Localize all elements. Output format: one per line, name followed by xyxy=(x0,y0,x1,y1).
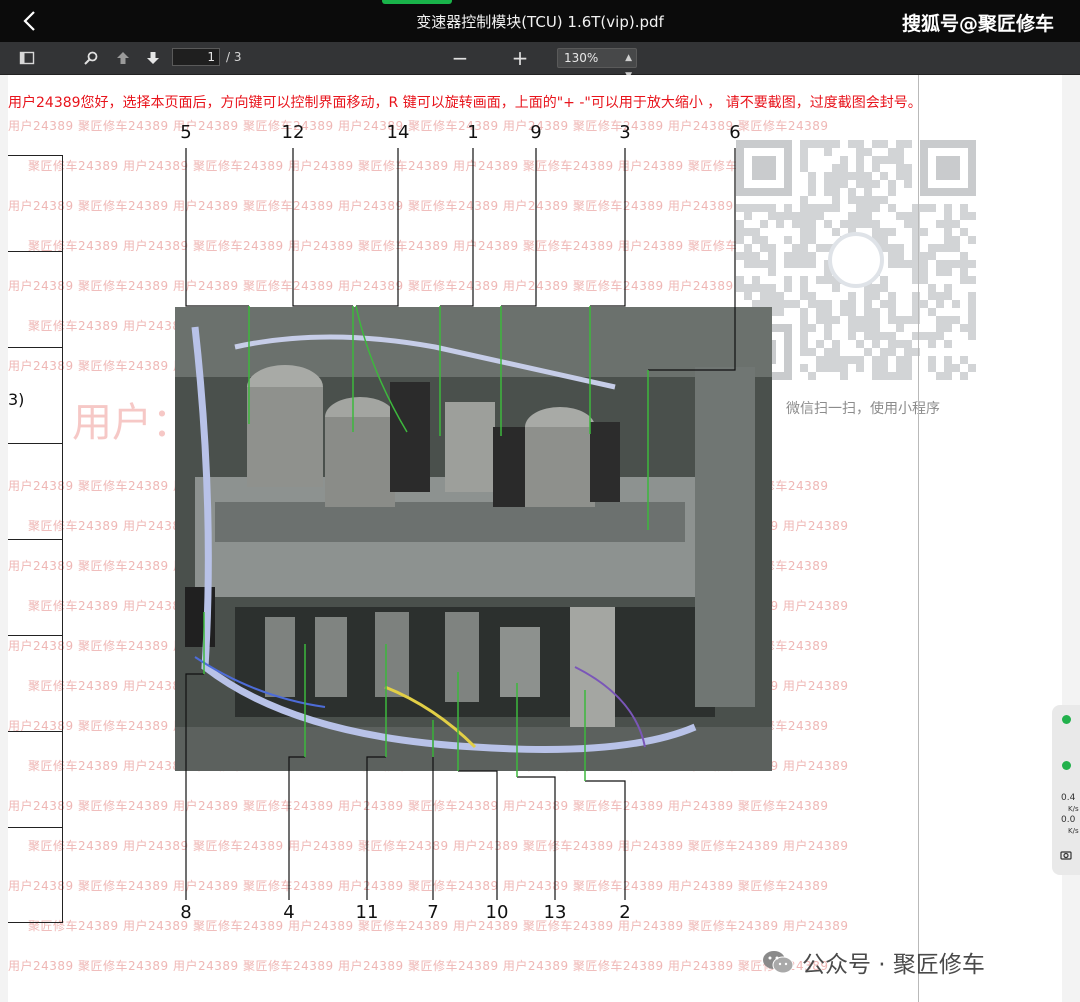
status-dot-icon xyxy=(1062,761,1071,770)
qr-code xyxy=(736,140,976,380)
download-speed: 0.0 xyxy=(1061,815,1076,825)
upload-speed-unit: K/s xyxy=(1068,805,1079,813)
watermark-line: 聚匠修车24389 用户24389 聚匠修车24389 用户24389 聚匠修车… xyxy=(28,159,849,173)
camera-icon[interactable] xyxy=(1060,849,1072,861)
watermark-line: 用户24389 聚匠修车24389 用户24389 聚匠修车24389 用户24… xyxy=(8,959,829,973)
watermark-line: 聚匠修车24389 用户24389 聚匠修车24389 用户24389 聚匠修车… xyxy=(28,919,849,933)
zoom-level-value: 130% xyxy=(564,51,599,65)
brand-watermark-top: 搜狐号@聚匠修车 xyxy=(901,13,1054,35)
watermark-line: 聚匠修车24389 用户24389 聚匠修车24389 用户24389 聚匠修车… xyxy=(28,839,849,853)
status-dot-icon xyxy=(1062,715,1071,724)
watermark-line: 聚匠修车24389 用户24389 聚匠修车24389 用户24389 聚匠修车… xyxy=(28,239,849,253)
watermark-line: 用户24389 聚匠修车24389 用户24389 聚匠修车24389 用户24… xyxy=(8,879,829,893)
wechat-icon xyxy=(763,951,794,974)
page-divider xyxy=(918,75,919,1002)
valve-body-photo xyxy=(175,307,772,771)
previous-page-icon[interactable] xyxy=(112,46,134,70)
upload-speed: 0.4 xyxy=(1061,793,1076,803)
watermark-line: 用户24389 聚匠修车24389 用户24389 聚匠修车24389 用户24… xyxy=(8,199,829,213)
brand-bottom-text: 公众号 · 聚匠修车 xyxy=(802,952,985,978)
zoom-level-select[interactable]: 130% ▲▼ xyxy=(557,48,637,81)
qr-caption: 微信扫一扫，使用小程序 xyxy=(786,401,940,417)
download-speed-unit: K/s xyxy=(1068,827,1079,835)
page-total: / 3 xyxy=(226,50,242,64)
page-number-input[interactable]: 1 xyxy=(172,48,220,66)
usage-warning: 用户24389您好，选择本页面后，方向键可以控制界面移动，R 键可以旋转画面，上… xyxy=(8,95,922,111)
next-page-icon[interactable] xyxy=(142,46,164,70)
pdf-toolbar: 1 / 3 − + 130% ▲▼ xyxy=(0,42,1080,81)
table-fragment xyxy=(8,155,63,923)
network-speed-widget[interactable]: 0.4 K/s 0.0 K/s xyxy=(1052,705,1080,875)
brand-watermark-bottom: 公众号 · 聚匠修车 xyxy=(762,945,985,979)
table-fragment-text: 3) xyxy=(8,390,25,409)
title-bar: 变速器控制模块(TCU) 1.6T(vip).pdf 搜狐号@聚匠修车 xyxy=(0,0,1080,42)
sidebar-toggle-icon[interactable] xyxy=(16,46,38,70)
zoom-in-button[interactable]: + xyxy=(510,46,530,70)
zoom-out-button[interactable]: − xyxy=(450,46,470,70)
watermark-line: 用户24389 聚匠修车24389 用户24389 聚匠修车24389 用户24… xyxy=(8,119,829,133)
status-indicator xyxy=(382,0,452,4)
watermark-line: 用户24389 聚匠修车24389 用户24389 聚匠修车24389 用户24… xyxy=(8,279,829,293)
watermark-line: 用户24389 聚匠修车24389 用户24389 聚匠修车24389 用户24… xyxy=(8,799,829,813)
search-icon[interactable] xyxy=(80,46,102,70)
